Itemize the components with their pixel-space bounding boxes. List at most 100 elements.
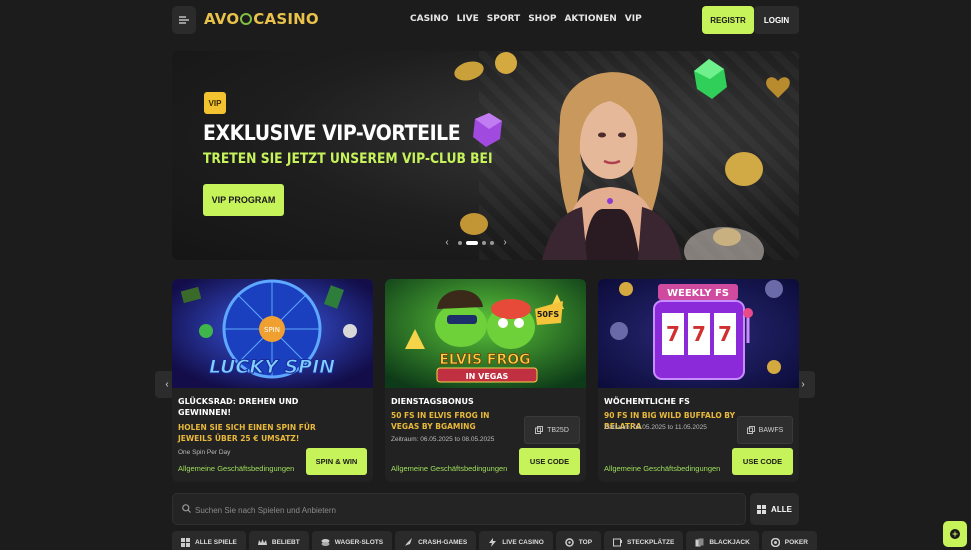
grid-icon	[181, 537, 190, 547]
slider-next-icon[interactable]: ›	[498, 237, 512, 248]
chevron-left-icon: ‹	[165, 379, 169, 390]
lightning-icon	[489, 537, 497, 547]
svg-text:SPIN: SPIN	[264, 326, 280, 334]
logo[interactable]: AVO CASINO	[204, 10, 319, 28]
crown-icon	[257, 538, 267, 545]
cards-icon	[695, 538, 704, 546]
slider-dot[interactable]	[482, 240, 486, 245]
svg-text:7: 7	[666, 322, 680, 346]
tab-label: WAGER-SLOTS	[334, 538, 384, 546]
promo-cards: SPIN LUCKY SPIN GLÜCKSRAD: DREHEN UND GE…	[172, 279, 799, 482]
nav-shop[interactable]: SHOP	[528, 14, 556, 24]
terms-link[interactable]: Allgemeine Geschäftsbedingungen	[391, 464, 507, 473]
lucky-spin-image: SPIN LUCKY SPIN	[172, 279, 373, 388]
card-title: GLÜCKSRAD: DREHEN UND GEWINNEN!	[178, 397, 299, 417]
tab-label: TOP	[578, 538, 593, 546]
tab-crash-games[interactable]: CRASH-GAMES	[395, 531, 477, 550]
hero-subtitle: TRETEN SIE JETZT UNSEREM VIP-CLUB BEI	[203, 151, 493, 167]
chevron-right-icon: ›	[801, 379, 805, 390]
card-note: One Spin Per Day	[178, 449, 231, 456]
tab-beliebt[interactable]: BELIEBT	[248, 531, 309, 550]
promo-card-lucky-spin[interactable]: SPIN LUCKY SPIN GLÜCKSRAD: DREHEN UND GE…	[172, 279, 373, 482]
in-vegas-text: IN VEGAS	[466, 372, 509, 381]
support-chat-button[interactable]	[943, 521, 967, 547]
register-button[interactable]: REGISTR	[702, 6, 754, 34]
tab-alle-spiele[interactable]: ALLE SPIELE	[172, 531, 246, 550]
login-button[interactable]: LOGIN	[754, 6, 799, 34]
card-title: DIENSTAGSBONUS	[391, 397, 474, 406]
tab-label: CRASH-GAMES	[418, 538, 468, 546]
card-highlight: HOLEN SIE SICH EINEN SPIN FÜR JEWEILS ÜB…	[178, 423, 316, 443]
main-nav: CASINO LIVE SPORT SHOP AKTIONEN VIP	[410, 14, 642, 24]
all-label: ALLE	[771, 504, 792, 514]
promo-code: BAWFS	[758, 426, 784, 434]
grid-icon	[757, 504, 767, 514]
nav-vip[interactable]: VIP	[625, 14, 642, 24]
tab-label: LIVE CASINO	[502, 538, 544, 546]
terms-link[interactable]: Allgemeine Geschäftsbedingungen	[604, 464, 720, 473]
poker-chip-icon	[770, 537, 780, 547]
category-tabs: ALLE SPIELE BELIEBT WAGER-SLOTS CRASH-GA…	[172, 531, 817, 550]
slider-prev-icon[interactable]: ‹	[440, 237, 454, 248]
weekly-fs-text: WEEKLY FS	[667, 288, 729, 299]
hero-title: EXKLUSIVE VIP-VORTEILE	[203, 121, 461, 145]
use-code-button[interactable]: USE CODE	[519, 448, 580, 475]
vip-program-button[interactable]: VIP PROGRAM	[203, 184, 284, 216]
menu-icon	[179, 16, 189, 24]
tab-poker[interactable]: POKER	[761, 531, 817, 550]
search-input[interactable]	[195, 501, 735, 519]
hero-artwork	[454, 52, 790, 260]
promo-card-weekly-fs[interactable]: 7 7 7 WEEKLY FS WÖCHENTLICHE FS 90 FS IN…	[598, 279, 799, 482]
card-title: WÖCHENTLICHE FS	[604, 397, 690, 406]
badge-50fs: 50FS	[537, 310, 560, 319]
promo-card-dienstagsbonus[interactable]: 50FS ELVIS FROG IN VEGAS DIENSTAGSBONUS …	[385, 279, 586, 482]
gold-heart-icon	[766, 77, 790, 98]
elvis-frog-image: 50FS ELVIS FROG IN VEGAS	[385, 279, 586, 388]
card-period: Zeitraum: 06.05.2025 to 08.05.2025	[391, 436, 495, 443]
promo-code-box[interactable]: TB25D	[524, 416, 580, 444]
logo-text-right: CASINO	[253, 10, 319, 28]
nav-aktionen[interactable]: AKTIONEN	[564, 14, 616, 24]
nav-sport[interactable]: SPORT	[487, 14, 520, 24]
hero-banner[interactable]: VIP EXKLUSIVE VIP-VORTEILE TRETEN SIE JE…	[172, 51, 799, 260]
search-icon	[182, 504, 191, 513]
tab-live-casino[interactable]: LIVE CASINO	[479, 531, 553, 550]
logo-text-left: AVO	[204, 10, 240, 28]
chat-icon	[950, 529, 960, 539]
rocket-icon	[405, 537, 413, 546]
tab-label: ALLE SPIELE	[195, 538, 237, 546]
slider-controls: ‹ ›	[440, 237, 512, 248]
nav-casino[interactable]: CASINO	[410, 14, 449, 24]
all-providers-button[interactable]: ALLE	[750, 493, 799, 525]
weekly-fs-image: 7 7 7 WEEKLY FS	[598, 279, 799, 388]
tab-top[interactable]: TOP	[555, 531, 602, 550]
gear-icon	[565, 537, 574, 547]
tab-steckplaetze[interactable]: STECKPLÄTZE	[604, 531, 684, 550]
top-bar: AVO CASINO CASINO LIVE SPORT SHOP AKTIONE…	[0, 0, 971, 40]
terms-link[interactable]: Allgemeine Geschäftsbedingungen	[178, 464, 294, 473]
slot-machine-icon	[613, 538, 623, 546]
tab-blackjack[interactable]: BLACKJACK	[686, 531, 759, 550]
spin-win-button[interactable]: SPIN & WIN	[306, 448, 367, 475]
tab-label: POKER	[784, 538, 808, 546]
tab-label: STECKPLÄTZE	[627, 538, 675, 546]
tab-label: BLACKJACK	[709, 538, 750, 546]
menu-toggle-button[interactable]	[172, 6, 196, 34]
slider-dot[interactable]	[458, 240, 462, 245]
copy-icon	[746, 426, 755, 434]
svg-text:7: 7	[718, 322, 732, 346]
nav-live[interactable]: LIVE	[457, 14, 479, 24]
game-search	[172, 493, 746, 525]
copy-icon	[535, 426, 544, 434]
promo-code: TB25D	[547, 426, 569, 434]
tab-wager-slots[interactable]: WAGER-SLOTS	[311, 531, 393, 550]
slider-dot[interactable]	[490, 240, 494, 245]
elvis-frog-text: ELVIS FROG	[439, 352, 530, 368]
slider-dot-active[interactable]	[466, 240, 478, 245]
card-period: Zeitraum: 05.05.2025 to 11.05.2025	[604, 424, 707, 431]
avocado-logo-icon	[240, 13, 253, 25]
lucky-spin-text: LUCKY SPIN	[209, 356, 335, 378]
use-code-button[interactable]: USE CODE	[732, 448, 793, 475]
promo-code-box[interactable]: BAWFS	[737, 416, 793, 444]
coin-stack-icon	[321, 538, 330, 546]
